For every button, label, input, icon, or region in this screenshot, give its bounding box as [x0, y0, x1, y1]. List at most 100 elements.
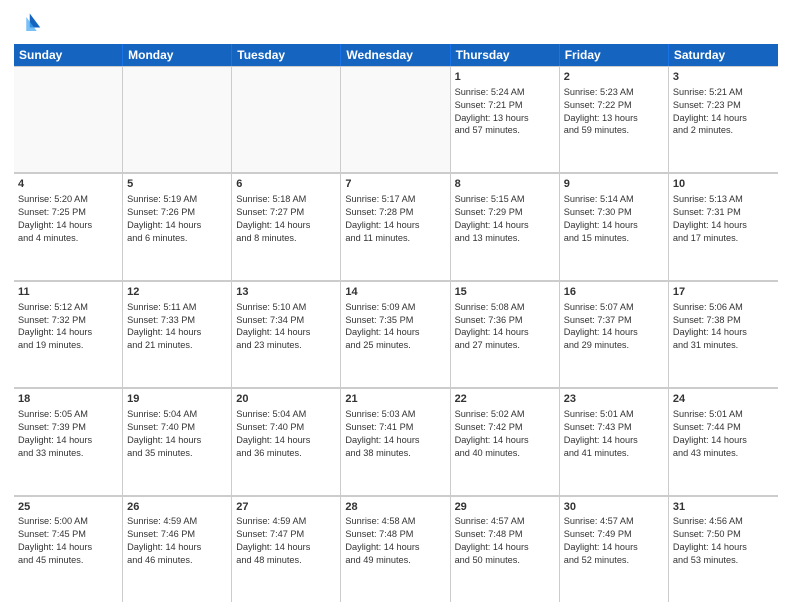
day-number: 13: [236, 285, 336, 300]
day-cell-28: 28Sunrise: 4:58 AM Sunset: 7:48 PM Dayli…: [341, 497, 450, 602]
day-cell-25: 25Sunrise: 5:00 AM Sunset: 7:45 PM Dayli…: [14, 497, 123, 602]
day-info: Sunrise: 5:08 AM Sunset: 7:36 PM Dayligh…: [455, 301, 555, 353]
day-info: Sunrise: 5:01 AM Sunset: 7:43 PM Dayligh…: [564, 408, 664, 460]
day-number: 10: [673, 177, 774, 192]
day-info: Sunrise: 5:23 AM Sunset: 7:22 PM Dayligh…: [564, 86, 664, 138]
day-cell-21: 21Sunrise: 5:03 AM Sunset: 7:41 PM Dayli…: [341, 389, 450, 494]
day-info: Sunrise: 5:15 AM Sunset: 7:29 PM Dayligh…: [455, 193, 555, 245]
day-number: 6: [236, 177, 336, 192]
day-cell-9: 9Sunrise: 5:14 AM Sunset: 7:30 PM Daylig…: [560, 174, 669, 279]
day-info: Sunrise: 5:06 AM Sunset: 7:38 PM Dayligh…: [673, 301, 774, 353]
day-number: 18: [18, 392, 118, 407]
day-number: 24: [673, 392, 774, 407]
calendar-week-4: 18Sunrise: 5:05 AM Sunset: 7:39 PM Dayli…: [14, 388, 778, 495]
day-cell-6: 6Sunrise: 5:18 AM Sunset: 7:27 PM Daylig…: [232, 174, 341, 279]
calendar: SundayMondayTuesdayWednesdayThursdayFrid…: [14, 44, 778, 602]
day-info: Sunrise: 5:18 AM Sunset: 7:27 PM Dayligh…: [236, 193, 336, 245]
day-number: 11: [18, 285, 118, 300]
day-header-friday: Friday: [560, 44, 669, 66]
day-cell-18: 18Sunrise: 5:05 AM Sunset: 7:39 PM Dayli…: [14, 389, 123, 494]
page: SundayMondayTuesdayWednesdayThursdayFrid…: [0, 0, 792, 612]
day-cell-14: 14Sunrise: 5:09 AM Sunset: 7:35 PM Dayli…: [341, 282, 450, 387]
day-info: Sunrise: 5:07 AM Sunset: 7:37 PM Dayligh…: [564, 301, 664, 353]
day-number: 2: [564, 70, 664, 85]
day-cell-16: 16Sunrise: 5:07 AM Sunset: 7:37 PM Dayli…: [560, 282, 669, 387]
day-cell-20: 20Sunrise: 5:04 AM Sunset: 7:40 PM Dayli…: [232, 389, 341, 494]
calendar-week-2: 4Sunrise: 5:20 AM Sunset: 7:25 PM Daylig…: [14, 173, 778, 280]
day-info: Sunrise: 4:59 AM Sunset: 7:47 PM Dayligh…: [236, 515, 336, 567]
day-cell-4: 4Sunrise: 5:20 AM Sunset: 7:25 PM Daylig…: [14, 174, 123, 279]
day-info: Sunrise: 4:59 AM Sunset: 7:46 PM Dayligh…: [127, 515, 227, 567]
day-header-saturday: Saturday: [669, 44, 778, 66]
day-number: 17: [673, 285, 774, 300]
day-info: Sunrise: 5:11 AM Sunset: 7:33 PM Dayligh…: [127, 301, 227, 353]
day-header-wednesday: Wednesday: [341, 44, 450, 66]
day-number: 20: [236, 392, 336, 407]
day-cell-22: 22Sunrise: 5:02 AM Sunset: 7:42 PM Dayli…: [451, 389, 560, 494]
day-cell-29: 29Sunrise: 4:57 AM Sunset: 7:48 PM Dayli…: [451, 497, 560, 602]
day-cell-17: 17Sunrise: 5:06 AM Sunset: 7:38 PM Dayli…: [669, 282, 778, 387]
day-cell-19: 19Sunrise: 5:04 AM Sunset: 7:40 PM Dayli…: [123, 389, 232, 494]
day-number: 21: [345, 392, 445, 407]
empty-cell: [14, 67, 123, 172]
empty-cell: [232, 67, 341, 172]
day-number: 4: [18, 177, 118, 192]
day-info: Sunrise: 5:13 AM Sunset: 7:31 PM Dayligh…: [673, 193, 774, 245]
day-cell-26: 26Sunrise: 4:59 AM Sunset: 7:46 PM Dayli…: [123, 497, 232, 602]
day-number: 8: [455, 177, 555, 192]
day-cell-23: 23Sunrise: 5:01 AM Sunset: 7:43 PM Dayli…: [560, 389, 669, 494]
day-cell-2: 2Sunrise: 5:23 AM Sunset: 7:22 PM Daylig…: [560, 67, 669, 172]
day-number: 3: [673, 70, 774, 85]
empty-cell: [123, 67, 232, 172]
day-number: 19: [127, 392, 227, 407]
day-number: 15: [455, 285, 555, 300]
day-info: Sunrise: 5:19 AM Sunset: 7:26 PM Dayligh…: [127, 193, 227, 245]
day-cell-8: 8Sunrise: 5:15 AM Sunset: 7:29 PM Daylig…: [451, 174, 560, 279]
calendar-week-1: 1Sunrise: 5:24 AM Sunset: 7:21 PM Daylig…: [14, 66, 778, 173]
day-info: Sunrise: 5:17 AM Sunset: 7:28 PM Dayligh…: [345, 193, 445, 245]
day-number: 5: [127, 177, 227, 192]
day-number: 31: [673, 500, 774, 515]
day-number: 12: [127, 285, 227, 300]
day-cell-30: 30Sunrise: 4:57 AM Sunset: 7:49 PM Dayli…: [560, 497, 669, 602]
day-header-monday: Monday: [123, 44, 232, 66]
day-number: 9: [564, 177, 664, 192]
calendar-week-5: 25Sunrise: 5:00 AM Sunset: 7:45 PM Dayli…: [14, 496, 778, 602]
day-info: Sunrise: 5:14 AM Sunset: 7:30 PM Dayligh…: [564, 193, 664, 245]
day-info: Sunrise: 4:57 AM Sunset: 7:49 PM Dayligh…: [564, 515, 664, 567]
day-cell-5: 5Sunrise: 5:19 AM Sunset: 7:26 PM Daylig…: [123, 174, 232, 279]
day-info: Sunrise: 5:20 AM Sunset: 7:25 PM Dayligh…: [18, 193, 118, 245]
calendar-header: SundayMondayTuesdayWednesdayThursdayFrid…: [14, 44, 778, 66]
day-cell-13: 13Sunrise: 5:10 AM Sunset: 7:34 PM Dayli…: [232, 282, 341, 387]
day-cell-31: 31Sunrise: 4:56 AM Sunset: 7:50 PM Dayli…: [669, 497, 778, 602]
day-cell-3: 3Sunrise: 5:21 AM Sunset: 7:23 PM Daylig…: [669, 67, 778, 172]
day-info: Sunrise: 5:01 AM Sunset: 7:44 PM Dayligh…: [673, 408, 774, 460]
day-cell-12: 12Sunrise: 5:11 AM Sunset: 7:33 PM Dayli…: [123, 282, 232, 387]
calendar-body: 1Sunrise: 5:24 AM Sunset: 7:21 PM Daylig…: [14, 66, 778, 602]
day-number: 7: [345, 177, 445, 192]
empty-cell: [341, 67, 450, 172]
day-cell-7: 7Sunrise: 5:17 AM Sunset: 7:28 PM Daylig…: [341, 174, 450, 279]
day-number: 29: [455, 500, 555, 515]
day-cell-15: 15Sunrise: 5:08 AM Sunset: 7:36 PM Dayli…: [451, 282, 560, 387]
day-number: 1: [455, 70, 555, 85]
header: [14, 10, 778, 38]
day-info: Sunrise: 5:21 AM Sunset: 7:23 PM Dayligh…: [673, 86, 774, 138]
day-cell-11: 11Sunrise: 5:12 AM Sunset: 7:32 PM Dayli…: [14, 282, 123, 387]
day-header-tuesday: Tuesday: [232, 44, 341, 66]
day-info: Sunrise: 5:24 AM Sunset: 7:21 PM Dayligh…: [455, 86, 555, 138]
day-cell-24: 24Sunrise: 5:01 AM Sunset: 7:44 PM Dayli…: [669, 389, 778, 494]
day-number: 25: [18, 500, 118, 515]
day-number: 26: [127, 500, 227, 515]
day-number: 16: [564, 285, 664, 300]
calendar-week-3: 11Sunrise: 5:12 AM Sunset: 7:32 PM Dayli…: [14, 281, 778, 388]
day-info: Sunrise: 5:12 AM Sunset: 7:32 PM Dayligh…: [18, 301, 118, 353]
day-number: 27: [236, 500, 336, 515]
day-header-thursday: Thursday: [451, 44, 560, 66]
day-info: Sunrise: 4:58 AM Sunset: 7:48 PM Dayligh…: [345, 515, 445, 567]
day-info: Sunrise: 5:02 AM Sunset: 7:42 PM Dayligh…: [455, 408, 555, 460]
day-cell-27: 27Sunrise: 4:59 AM Sunset: 7:47 PM Dayli…: [232, 497, 341, 602]
day-cell-1: 1Sunrise: 5:24 AM Sunset: 7:21 PM Daylig…: [451, 67, 560, 172]
day-header-sunday: Sunday: [14, 44, 123, 66]
day-info: Sunrise: 4:56 AM Sunset: 7:50 PM Dayligh…: [673, 515, 774, 567]
